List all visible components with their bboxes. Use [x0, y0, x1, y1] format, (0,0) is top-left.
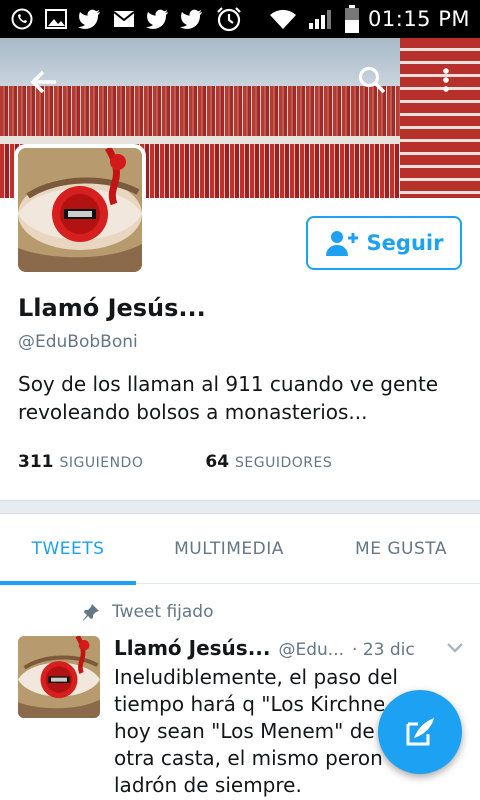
profile-bio: Soy de los llaman al 911 cuando ve gente…: [18, 372, 439, 424]
follow-button-label: Seguir: [366, 231, 444, 255]
system-status: 01:15 PM: [268, 5, 470, 33]
signal-icon: [306, 7, 336, 31]
profile-name: Llamó Jesús...: [18, 294, 206, 322]
tab-tweets[interactable]: TWEETS: [0, 514, 136, 585]
search-icon: [358, 66, 386, 94]
tweet-author-avatar[interactable]: [18, 636, 100, 718]
tweet-date: · 23 dic: [352, 640, 415, 660]
image-icon: [44, 7, 68, 31]
back-button[interactable]: [28, 66, 60, 98]
whatsapp-icon: [10, 7, 34, 31]
profile-avatar-frame: [14, 144, 146, 276]
search-button[interactable]: [356, 64, 388, 96]
following-label: SIGUIENDO: [59, 455, 144, 471]
chevron-down-icon: [447, 643, 463, 653]
tweet-text-line: ladrón de siempre.: [114, 773, 302, 797]
clock-time: 01:15 PM: [368, 7, 470, 31]
followers-count: 64: [205, 452, 230, 472]
tweet-text-line: Ineludiblemente, el paso del: [114, 665, 398, 689]
alarm-icon: [214, 7, 244, 32]
follow-button[interactable]: Seguir: [306, 216, 462, 270]
profile-tabs: TWEETS MULTIMEDIA ME GUSTA: [0, 514, 480, 585]
tab-me-gusta[interactable]: ME GUSTA: [322, 514, 480, 584]
avatar[interactable]: [18, 148, 142, 272]
tweet-text: Ineludiblemente, el paso del tiempo hará…: [114, 664, 406, 799]
status-bar: 01:15 PM: [0, 0, 480, 38]
wifi-icon: [268, 7, 298, 31]
tweet-author-name[interactable]: Llamó Jesús...: [114, 636, 270, 660]
tweet-author-handle: @Edu...: [278, 640, 345, 660]
battery-icon: [344, 5, 360, 33]
followers-label: SEGUIDORES: [235, 455, 333, 471]
profile-stats: 311 SIGUIENDO 64 SEGUIDORES: [18, 452, 332, 472]
more-vertical-icon: [443, 68, 449, 92]
twitter-icon: [180, 7, 204, 31]
section-divider: [0, 500, 480, 514]
tab-multimedia[interactable]: MULTIMEDIA: [136, 514, 322, 584]
compose-icon: [406, 718, 434, 746]
pin-icon: [83, 604, 99, 621]
twitter-icon: [146, 7, 170, 31]
pinned-indicator: Tweet fijado: [82, 602, 214, 622]
compose-tweet-button[interactable]: [378, 690, 462, 774]
following-count: 311: [18, 452, 54, 472]
add-user-icon: [325, 231, 358, 256]
following-stat[interactable]: 311 SIGUIENDO: [18, 452, 143, 472]
tweet-options-button[interactable]: [446, 636, 464, 653]
followers-stat[interactable]: 64 SEGUIDORES: [205, 452, 332, 472]
notification-icons: [10, 7, 244, 32]
tweet-text-line: otra casta, el mismo peronismo: [114, 746, 384, 770]
tweet-text-line: tiempo hará q "Los Kirchner": [114, 692, 384, 716]
more-options-button[interactable]: [436, 64, 456, 96]
profile-handle: @EduBobBoni: [18, 332, 138, 352]
pinned-label: Tweet fijado: [112, 602, 214, 622]
arrow-left-icon: [30, 70, 56, 94]
tweet-text-line: hoy sean "Los Menem" de: [114, 719, 375, 743]
twitter-icon: [78, 7, 102, 31]
email-icon: [112, 7, 136, 31]
tweet-header: Llamó Jesús... @Edu... · 23 dic: [114, 636, 464, 660]
